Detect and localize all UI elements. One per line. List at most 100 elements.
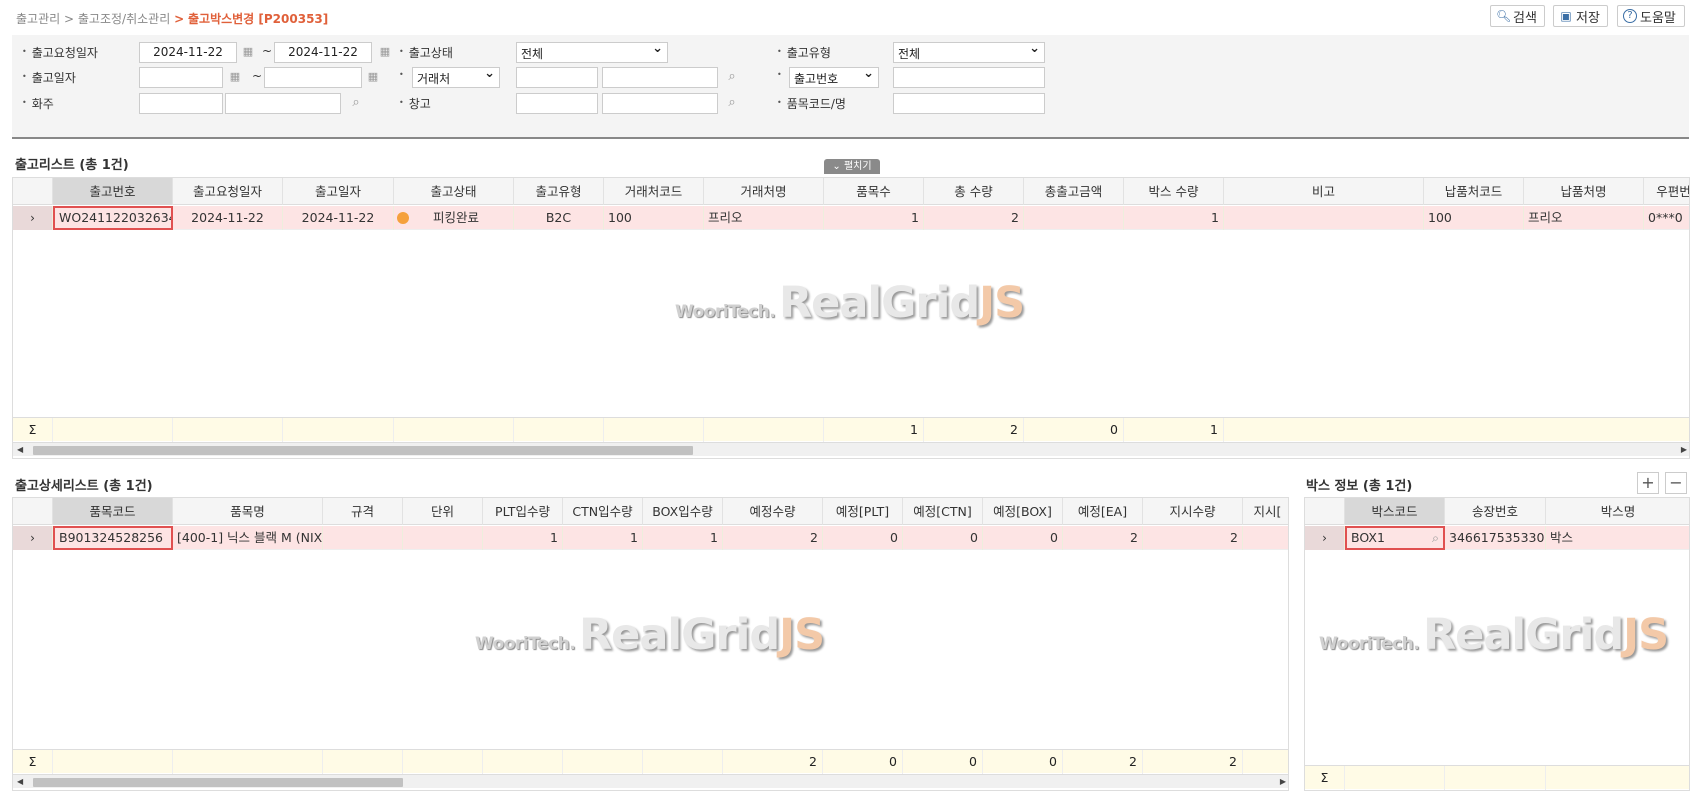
outno-input[interactable] [893,67,1045,88]
out-date-to-input[interactable] [264,67,362,88]
table-cell[interactable] [1224,206,1424,230]
table-row[interactable]: › B901324528256 [400-1] 닉스 블랙 M (NIX 1 1… [13,526,1288,550]
type-select[interactable]: 전체 [893,41,1045,63]
column-header[interactable]: 납품처명 [1524,178,1644,205]
warehouse-search-icon[interactable]: ⌕ [724,95,740,111]
column-header[interactable]: 거래처명 [704,178,824,205]
table-cell[interactable] [1243,526,1288,550]
column-header[interactable]: 송장번호 [1445,498,1546,525]
column-header[interactable]: 거래처코드 [604,178,704,205]
column-header[interactable]: 규격 [323,498,403,525]
scroll-right-icon[interactable]: ▶ [1681,443,1687,457]
partner-search-icon[interactable]: ⌕ [724,69,740,85]
table-cell[interactable]: B901324528256 [53,526,173,550]
save-button[interactable]: ▣ 저장 [1553,5,1608,27]
column-header[interactable]: 박스코드 [1345,498,1445,525]
column-header[interactable]: 예정[BOX] [983,498,1063,525]
table-cell[interactable]: 0 [983,526,1063,550]
warehouse-name-input[interactable] [602,93,718,114]
column-header[interactable]: 품목수 [824,178,924,205]
box-code-cell[interactable]: BOX1 ⌕ [1345,526,1445,550]
owner-search-icon[interactable]: ⌕ [348,95,364,111]
calendar-icon[interactable]: ▦ [228,70,242,84]
help-button[interactable]: ? 도움말 [1617,5,1685,27]
expand-toggle[interactable]: ⌄ 펼치기 [824,159,880,174]
table-row[interactable]: › WO2411220326344 2024-11-22 2024-11-22 … [13,206,1689,230]
column-header[interactable]: 예정[CTN] [903,498,983,525]
table-cell[interactable]: 346617535330 [1445,526,1546,550]
table-cell[interactable]: 2 [1143,526,1243,550]
column-header[interactable]: 우편번 [1644,178,1689,205]
column-header[interactable]: PLT입수량 [483,498,563,525]
table-cell[interactable]: 피킹완료 [394,206,514,230]
scroll-thumb[interactable] [33,778,403,787]
table-cell[interactable] [1024,206,1124,230]
column-header[interactable]: CTN입수량 [563,498,643,525]
column-header[interactable]: 예정[PLT] [823,498,903,525]
table-cell[interactable]: B2C [514,206,604,230]
remove-row-button[interactable]: − [1665,472,1687,494]
column-header[interactable]: 출고번호 [53,178,173,205]
column-header[interactable]: 납품처코드 [1424,178,1524,205]
calendar-icon[interactable]: ▦ [241,45,255,59]
partner-code-input[interactable] [516,67,598,88]
column-header[interactable]: 출고일자 [283,178,394,205]
outno-select[interactable]: 출고번호 [789,66,879,88]
column-header[interactable]: 출고상태 [394,178,514,205]
table-cell[interactable] [403,526,483,550]
table-cell[interactable]: 2 [723,526,823,550]
column-header[interactable]: 단위 [403,498,483,525]
table-cell[interactable]: 0***0 [1644,206,1689,230]
column-header[interactable]: 지시[ [1243,498,1288,525]
table-cell[interactable]: 2 [924,206,1024,230]
table-cell[interactable]: 1 [824,206,924,230]
magnifier-icon[interactable]: ⌕ [1432,528,1439,548]
column-header[interactable]: 비고 [1224,178,1424,205]
column-header[interactable]: 출고유형 [514,178,604,205]
scroll-thumb[interactable] [33,446,693,455]
table-cell[interactable]: WO2411220326344 [53,206,173,230]
table-row[interactable]: › BOX1 ⌕ 346617535330 박스 [1305,526,1689,550]
table-cell[interactable]: 1 [563,526,643,550]
calendar-icon[interactable]: ▦ [378,45,392,59]
scroll-left-icon[interactable]: ◀ [17,775,23,789]
calendar-icon[interactable]: ▦ [366,70,380,84]
table-cell[interactable]: 0 [823,526,903,550]
table-cell[interactable]: 1 [1124,206,1224,230]
search-button[interactable]: 🔍︎ 검색 [1490,5,1545,27]
table-cell[interactable]: 2024-11-22 [173,206,283,230]
row-indicator[interactable]: › [1305,526,1345,550]
column-header[interactable]: 총 수량 [924,178,1024,205]
warehouse-code-input[interactable] [516,93,598,114]
partner-name-input[interactable] [602,67,718,88]
table-cell[interactable] [323,526,403,550]
table-cell[interactable]: 프리오 [1524,206,1644,230]
table-cell[interactable]: 박스 [1546,526,1689,550]
req-date-to-input[interactable]: 2024-11-22 [274,42,372,63]
table-cell[interactable]: 프리오 [704,206,824,230]
owner-code-input[interactable] [139,93,223,114]
row-indicator[interactable]: › [13,526,53,550]
column-header[interactable]: 지시수량 [1143,498,1243,525]
table-cell[interactable]: 0 [903,526,983,550]
table-cell[interactable]: [400-1] 닉스 블랙 M (NIX [173,526,323,550]
horizontal-scrollbar[interactable]: ◀ ▶ [13,442,1689,457]
column-header[interactable]: 총출고금액 [1024,178,1124,205]
column-header[interactable]: 예정수량 [723,498,823,525]
req-date-from-input[interactable]: 2024-11-22 [139,42,237,63]
out-date-from-input[interactable] [139,67,223,88]
table-cell[interactable]: 2024-11-22 [283,206,394,230]
table-cell[interactable]: 100 [1424,206,1524,230]
add-row-button[interactable]: + [1637,472,1659,494]
column-header[interactable]: 출고요청일자 [173,178,283,205]
column-header[interactable]: 품목명 [173,498,323,525]
row-indicator[interactable]: › [13,206,53,230]
status-select[interactable]: 전체 [516,41,668,63]
scroll-right-icon[interactable]: ▶ [1280,775,1286,789]
table-cell[interactable]: 1 [643,526,723,550]
scroll-left-icon[interactable]: ◀ [17,443,23,457]
breadcrumb-item[interactable]: 출고조정/취소관리 [78,12,170,26]
breadcrumb-item[interactable]: 출고관리 [16,12,60,26]
table-cell[interactable]: 1 [483,526,563,550]
column-header[interactable]: BOX입수량 [643,498,723,525]
